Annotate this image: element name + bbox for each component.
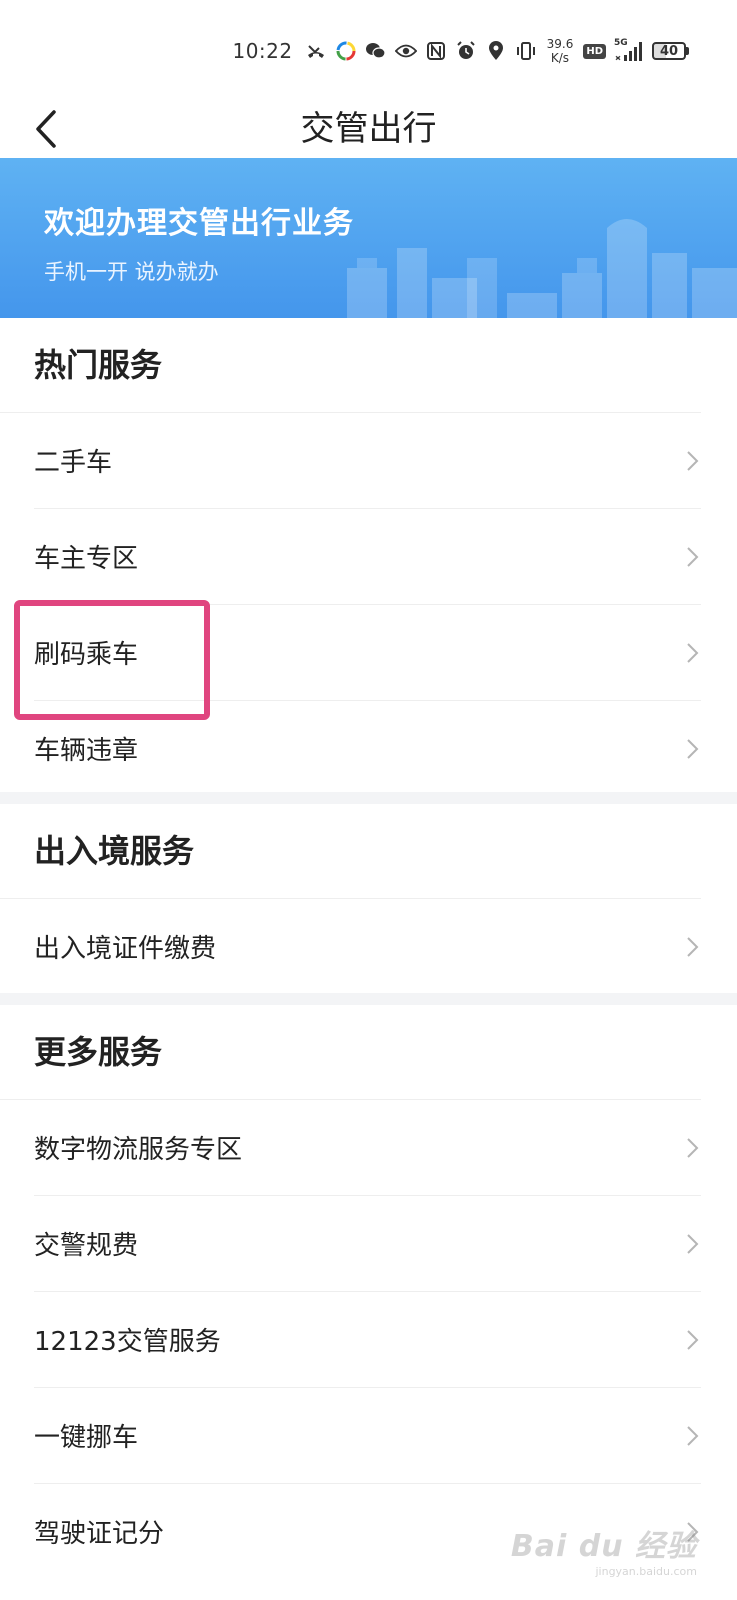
chevron-right-icon xyxy=(687,1233,699,1254)
welcome-banner: 欢迎办理交管出行业务 手机一开 说办就办 xyxy=(0,158,737,318)
list-item-label: 数字物流服务专区 xyxy=(34,1135,243,1165)
chevron-right-icon xyxy=(687,1137,699,1158)
app-colorful-icon xyxy=(335,40,357,62)
list-item-border-fee[interactable]: 出入境证件缴费 xyxy=(34,899,701,994)
location-icon xyxy=(485,40,507,62)
chevron-right-icon xyxy=(687,1425,699,1446)
section-divider xyxy=(0,792,737,804)
list-item-scan-to-ride[interactable]: 刷码乘车 xyxy=(34,605,701,701)
battery-level: 40 xyxy=(652,42,686,60)
nfc-icon xyxy=(425,40,447,62)
signal-icon: 5G xyxy=(614,38,644,62)
list-item-move-car[interactable]: 一键挪车 xyxy=(34,1388,701,1484)
list-item-police-fees[interactable]: 交警规费 xyxy=(34,1196,701,1292)
watermark-url: jingyan.baidu.com xyxy=(595,1565,697,1578)
signal-label: 5G xyxy=(614,38,628,48)
list-item-used-car[interactable]: 二手车 xyxy=(34,413,701,509)
page-title: 交管出行 xyxy=(300,109,437,149)
list-item-digital-logistics[interactable]: 数字物流服务专区 xyxy=(34,1100,701,1196)
status-icons: 10:22 39.6 K/s HD 5G 40 xyxy=(232,36,689,66)
section-title: 热门服务 xyxy=(0,318,701,413)
chevron-right-icon xyxy=(687,546,699,567)
nav-bar: 交管出行 xyxy=(0,100,737,158)
chevron-right-icon xyxy=(687,738,699,759)
hot-services-section: 热门服务 二手车 车主专区 刷码乘车 车辆违章 xyxy=(0,318,737,796)
chevron-right-icon xyxy=(687,1329,699,1350)
section-title: 出入境服务 xyxy=(0,804,701,899)
eye-icon xyxy=(394,40,417,62)
alarm-icon xyxy=(455,40,477,62)
list-item-owner-zone[interactable]: 车主专区 xyxy=(34,509,701,605)
baidu-jingyan-watermark: Bai du 经验 jingyan.baidu.com xyxy=(511,1521,697,1578)
section-title: 更多服务 xyxy=(0,1005,701,1100)
network-speed-unit: K/s xyxy=(550,51,570,65)
missed-call-icon xyxy=(305,40,327,62)
banner-subtitle: 手机一开 说办就办 xyxy=(44,260,219,284)
list-item-label: 出入境证件缴费 xyxy=(34,934,217,964)
list-item-label: 车主专区 xyxy=(34,544,139,574)
chevron-right-icon xyxy=(687,642,699,663)
watermark-main: Bai du 经验 xyxy=(510,1529,697,1564)
border-services-section: 出入境服务 出入境证件缴费 xyxy=(0,804,737,994)
more-services-section: 更多服务 数字物流服务专区 交警规费 12123交管服务 一键挪车 驾驶证记分 xyxy=(0,1005,737,1579)
network-speed: 39.6 K/s xyxy=(547,37,574,65)
vibrate-icon xyxy=(515,40,537,62)
banner-title: 欢迎办理交管出行业务 xyxy=(44,206,354,241)
status-bar: 10:22 39.6 K/s HD 5G 40 xyxy=(0,0,737,100)
battery-icon: 40 xyxy=(652,42,689,60)
city-skyline-illustration xyxy=(347,219,737,318)
chevron-right-icon xyxy=(687,450,699,471)
list-item-label: 12123交管服务 xyxy=(34,1327,221,1357)
chevron-left-icon xyxy=(36,110,56,148)
list-item-label: 刷码乘车 xyxy=(34,640,139,670)
section-divider xyxy=(0,993,737,1005)
list-item-label: 二手车 xyxy=(34,448,113,478)
hd-badge: HD xyxy=(583,43,606,59)
list-item-violations[interactable]: 车辆违章 xyxy=(34,701,701,796)
list-item-label: 一键挪车 xyxy=(34,1423,139,1453)
back-button[interactable] xyxy=(24,100,68,158)
chevron-right-icon xyxy=(687,936,699,957)
list-item-label: 车辆违章 xyxy=(34,736,139,766)
list-item-label: 交警规费 xyxy=(34,1231,139,1261)
list-item-label: 驾驶证记分 xyxy=(34,1519,165,1549)
status-time: 10:22 xyxy=(232,39,293,63)
network-speed-value: 39.6 xyxy=(546,37,574,51)
list-item-12123[interactable]: 12123交管服务 xyxy=(34,1292,701,1388)
wechat-icon xyxy=(365,40,387,62)
